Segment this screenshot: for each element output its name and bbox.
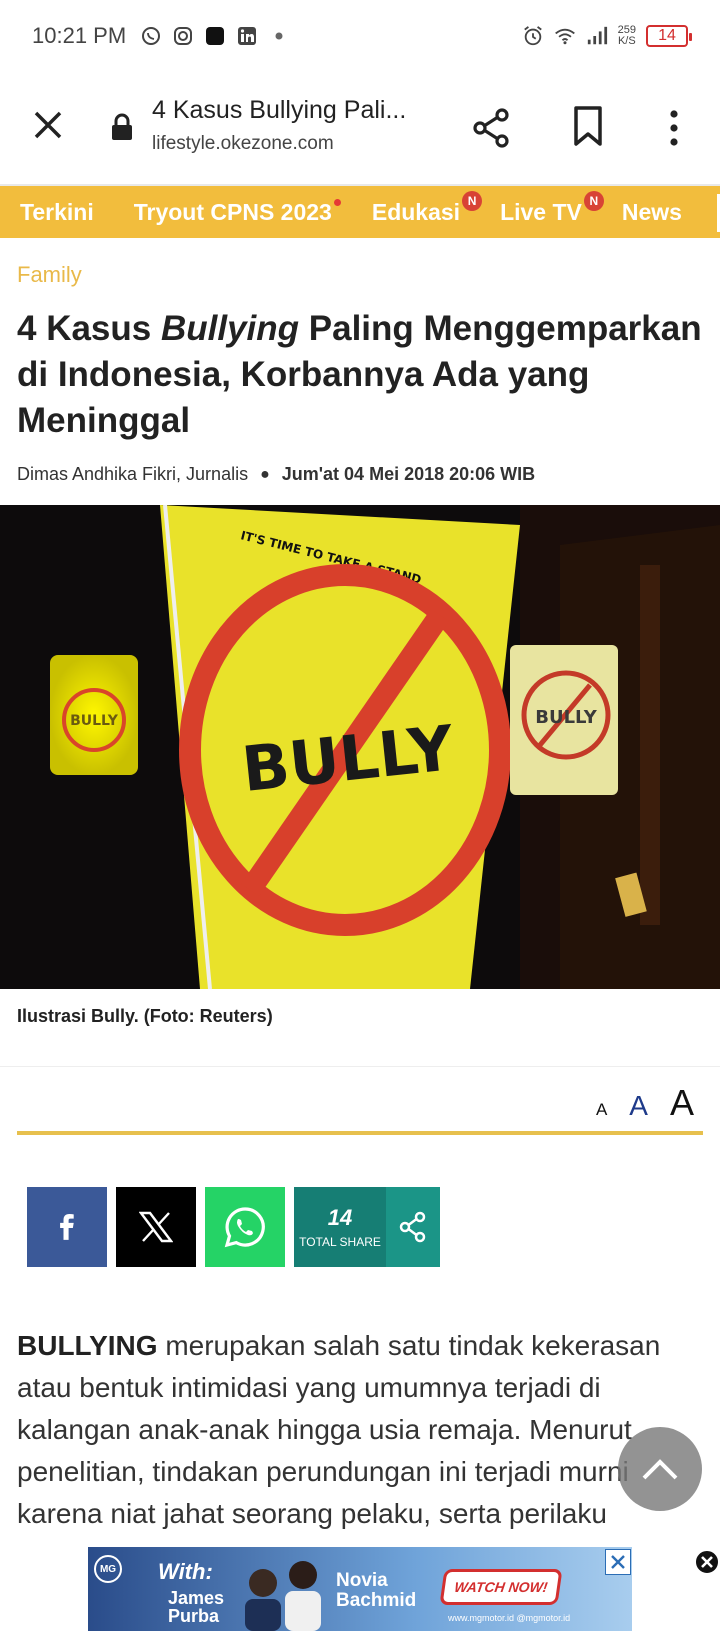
more-options-button[interactable] bbox=[664, 108, 684, 148]
ad-watch-now-button[interactable]: WATCH NOW! bbox=[439, 1569, 563, 1605]
nav-label: Edukasi bbox=[371, 198, 461, 225]
headline-italic-text: Bullying bbox=[160, 309, 300, 348]
wifi-icon bbox=[554, 25, 576, 47]
share-icon bbox=[399, 1211, 426, 1243]
chevron-up-icon bbox=[642, 1459, 678, 1480]
publish-date: Jum'at 04 Mei 2018 20:06 WIB bbox=[281, 464, 536, 484]
ad-presenter-1: James Purba bbox=[168, 1589, 224, 1625]
nav-label: Tryout CPNS 2023 bbox=[133, 198, 332, 225]
bookmark-button[interactable] bbox=[570, 104, 606, 148]
ad-presenter-2-last: Bachmid bbox=[336, 1590, 417, 1611]
nav-item-tryout-cpns[interactable]: Tryout CPNS 2023 bbox=[133, 198, 341, 226]
total-share-number: 14 bbox=[327, 1205, 353, 1230]
total-share-count: 14 TOTAL SHARE bbox=[294, 1187, 386, 1267]
share-buttons: 14 TOTAL SHARE bbox=[27, 1187, 440, 1267]
share-button[interactable] bbox=[470, 106, 514, 150]
close-tab-button[interactable] bbox=[28, 105, 68, 145]
category-nav: Terkini Tryout CPNS 2023 Edukasi N Live T… bbox=[0, 184, 720, 238]
bookmark-icon bbox=[574, 106, 602, 146]
battery-indicator: 14 bbox=[646, 25, 692, 47]
whatsapp-icon bbox=[224, 1207, 265, 1248]
image-caption: Ilustrasi Bully. (Foto: Reuters) bbox=[17, 1006, 273, 1026]
share-icon bbox=[473, 108, 509, 148]
battery-level: 14 bbox=[658, 27, 676, 44]
new-badge: N bbox=[583, 190, 604, 211]
article-body: BULLYING merupakan salah satu tindak kek… bbox=[17, 1325, 707, 1535]
new-dot-indicator bbox=[333, 198, 341, 206]
ad-presenter-2: Novia Bachmid bbox=[336, 1571, 416, 1611]
ad-dismiss-button[interactable] bbox=[694, 1549, 720, 1575]
font-size-controls: A A A bbox=[596, 1082, 694, 1124]
more-vertical-icon bbox=[670, 110, 678, 146]
total-share-label: TOTAL SHARE bbox=[299, 1235, 381, 1249]
status-bar: 10:21 PM 259 K/S 14 bbox=[0, 0, 720, 72]
share-facebook-button[interactable] bbox=[27, 1187, 107, 1267]
browser-page-title: 4 Kasus Bullying Pali... bbox=[152, 96, 407, 124]
ad-footer-text: www.mgmotor.id @mgmotor.id bbox=[448, 1613, 571, 1623]
nav-item-terkini[interactable]: Terkini bbox=[20, 199, 94, 226]
close-icon bbox=[701, 1556, 713, 1568]
ad-presenter-2-first: Novia bbox=[336, 1570, 388, 1591]
author-name[interactable]: Dimas Andhika Fikri bbox=[17, 464, 176, 485]
x-icon bbox=[139, 1211, 173, 1243]
byline-bullet: ● bbox=[260, 465, 270, 483]
font-size-large-button[interactable]: A bbox=[670, 1082, 694, 1124]
facebook-icon bbox=[60, 1213, 74, 1240]
ad-close-button[interactable] bbox=[605, 1549, 631, 1575]
body-lead: BULLYING bbox=[17, 1330, 158, 1361]
ad-brand-logo: MG bbox=[94, 1555, 122, 1583]
share-x-button[interactable] bbox=[116, 1187, 196, 1267]
more-notifications-dot-icon bbox=[268, 25, 290, 47]
article-category[interactable]: Family bbox=[17, 262, 82, 288]
ad-presenter-1-last: Purba bbox=[168, 1606, 220, 1626]
font-size-medium-button[interactable]: A bbox=[629, 1090, 648, 1122]
nav-item-edukasi[interactable]: Edukasi N bbox=[371, 190, 483, 226]
ad-with-text: With: bbox=[158, 1559, 213, 1584]
nav-label: Live TV bbox=[500, 198, 582, 225]
nav-label: News bbox=[621, 198, 682, 225]
article-hero-image: BULLY IT'S TIME TO TAKE A STAND BULLY BU… bbox=[0, 505, 720, 989]
nav-label: Terkini bbox=[20, 198, 94, 225]
ad-banner[interactable]: MG With: James Purba Novia Bachmid WATCH N… bbox=[88, 1547, 632, 1631]
browser-toolbar: 4 Kasus Bullying Pali... lifestyle.okezo… bbox=[0, 72, 720, 184]
scroll-to-top-button[interactable] bbox=[618, 1427, 702, 1511]
network-speed: 259 K/S bbox=[618, 25, 636, 47]
address-bar[interactable]: 4 Kasus Bullying Pali... lifestyle.okezo… bbox=[152, 96, 432, 155]
font-size-small-button[interactable]: A bbox=[596, 1100, 607, 1120]
divider bbox=[0, 1066, 720, 1067]
section-divider bbox=[17, 1131, 703, 1135]
app-notification-icon bbox=[204, 25, 226, 47]
whatsapp-notification-icon bbox=[140, 25, 162, 47]
network-speed-unit: K/S bbox=[617, 35, 636, 47]
linkedin-notification-icon bbox=[236, 25, 258, 47]
ad-presenter-1-first: James bbox=[168, 1588, 225, 1608]
left-sign-text: BULLY bbox=[70, 713, 119, 729]
ad-presenters-photo bbox=[245, 1561, 321, 1631]
author-role: , Jurnalis bbox=[176, 464, 249, 484]
signal-icon bbox=[586, 25, 608, 47]
instagram-notification-icon bbox=[172, 25, 194, 47]
lock-icon[interactable] bbox=[110, 112, 134, 142]
nav-item-live-tv[interactable]: Live TV N bbox=[500, 190, 604, 226]
nav-item-news[interactable]: News bbox=[622, 199, 682, 226]
right-sign-text: BULLY bbox=[535, 707, 597, 728]
new-badge: N bbox=[462, 190, 483, 211]
headline-text: 4 Kasus bbox=[17, 309, 161, 348]
total-share-widget[interactable]: 14 TOTAL SHARE bbox=[294, 1187, 440, 1267]
status-time: 10:21 PM bbox=[32, 23, 127, 48]
alarm-icon bbox=[522, 25, 544, 47]
article-byline: Dimas Andhika Fikri, Jurnalis ● Jum'at 0… bbox=[17, 464, 535, 485]
article-headline: 4 Kasus Bullying Paling Menggemparkan di… bbox=[17, 306, 707, 444]
share-more-button[interactable] bbox=[386, 1187, 440, 1267]
browser-url: lifestyle.okezone.com bbox=[152, 133, 334, 154]
share-whatsapp-button[interactable] bbox=[205, 1187, 285, 1267]
close-icon bbox=[611, 1555, 625, 1569]
close-icon bbox=[34, 111, 62, 139]
